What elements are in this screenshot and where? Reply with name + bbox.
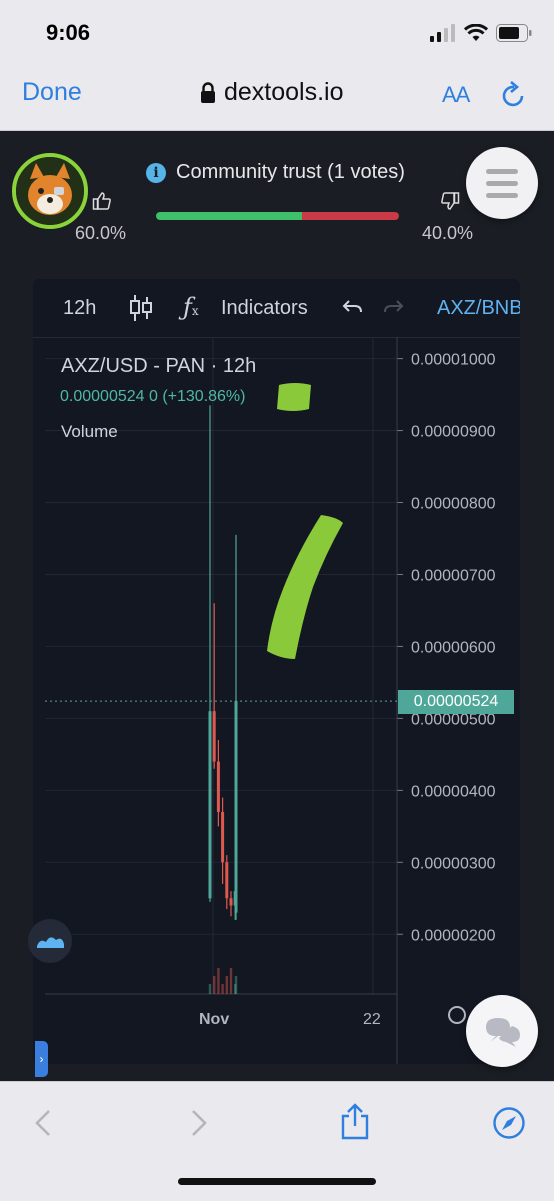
token-logo xyxy=(12,153,88,229)
candle-body xyxy=(221,811,225,863)
price-axis-label: 0.00000400 xyxy=(411,783,496,800)
price-axis-label: 0.00000700 xyxy=(411,567,496,584)
back-icon[interactable] xyxy=(32,1108,54,1138)
share-icon[interactable] xyxy=(340,1102,370,1140)
tradingview-cloud-icon xyxy=(37,937,64,948)
url-display[interactable]: dextools.io xyxy=(200,78,344,107)
reload-icon xyxy=(502,81,524,107)
shiba-logo-icon xyxy=(16,157,84,225)
compass-icon[interactable] xyxy=(492,1106,526,1140)
price-axis-label: 0.00000300 xyxy=(411,855,496,872)
url-text: dextools.io xyxy=(224,78,344,106)
volume-bar xyxy=(208,984,212,994)
dislike-button[interactable] xyxy=(440,191,460,216)
candle-body xyxy=(208,711,212,899)
candle-body xyxy=(234,701,238,913)
undo-icon[interactable] xyxy=(341,297,363,317)
candle-body xyxy=(229,898,233,906)
green-bar-sticker-2 xyxy=(267,515,343,659)
tradingview-logo[interactable] xyxy=(28,919,72,963)
indicators-button[interactable]: Indicators xyxy=(221,297,308,320)
volume-label: Volume xyxy=(61,422,118,441)
signal-icon xyxy=(430,24,455,42)
wifi-icon xyxy=(464,24,488,41)
thumbs-down-icon xyxy=(441,192,460,210)
chat-button[interactable] xyxy=(466,995,538,1067)
volume-bar xyxy=(217,968,220,994)
chart-legend-values: 0.00000524 0 (+130.86%) xyxy=(60,388,246,405)
symbol-selector[interactable]: AXZ/BNB xyxy=(437,297,520,320)
volume-bar xyxy=(213,976,216,994)
reload-button[interactable] xyxy=(500,80,528,115)
price-axis-label: 0.00000600 xyxy=(411,639,496,656)
home-indicator xyxy=(178,1178,376,1185)
status-bar: 9:06 xyxy=(0,0,554,62)
volume-bar xyxy=(221,984,224,994)
status-time: 9:06 xyxy=(46,20,91,45)
time-axis-label: 22 xyxy=(363,1011,381,1028)
candles-icon[interactable] xyxy=(129,293,153,323)
thumbs-up-icon xyxy=(92,192,111,210)
battery-icon xyxy=(496,24,532,42)
hamburger-icon-line xyxy=(486,180,518,186)
page-content: i Community trust (1 votes) 60.0% 40.0% … xyxy=(0,131,554,1081)
info-icon[interactable]: i xyxy=(146,162,166,183)
chart-legend-title: AXZ/USD - PAN · 12h xyxy=(61,355,257,377)
text-size-button[interactable]: AA xyxy=(442,82,470,108)
like-button[interactable] xyxy=(92,191,112,216)
trust-positive-fill xyxy=(156,212,302,220)
volume-bar xyxy=(234,976,238,994)
time-axis-label: Nov xyxy=(199,1011,229,1028)
price-axis-label: 0.00000900 xyxy=(411,424,496,441)
status-icons xyxy=(430,22,532,44)
hamburger-icon-line xyxy=(486,192,518,198)
interval-selector[interactable]: 12h xyxy=(63,297,96,320)
trust-title-text: Community trust (1 votes) xyxy=(176,161,405,183)
price-axis-label: 0.00000200 xyxy=(411,927,496,944)
price-axis-label: 0.00000800 xyxy=(411,496,496,513)
price-axis-label: 0.00001000 xyxy=(411,352,496,369)
current-price-tag: 0.00000524 xyxy=(398,690,514,714)
sidebar-toggle[interactable]: › xyxy=(35,1041,48,1077)
settings-gear-icon xyxy=(448,1006,466,1024)
dislike-percent: 40.0% xyxy=(422,223,474,243)
hamburger-icon xyxy=(486,168,518,174)
candle-body xyxy=(212,711,216,762)
forward-icon[interactable] xyxy=(188,1108,210,1138)
trading-chart: 12h ƒx Indicators AXZ/BNB 0.00001000 0.00… xyxy=(33,279,520,1064)
trust-ratio-bar xyxy=(156,212,399,220)
candle-body xyxy=(216,761,220,812)
lock-icon xyxy=(201,81,215,103)
chat-bubbles-icon xyxy=(486,1018,520,1047)
indicators-icon[interactable]: ƒx xyxy=(183,293,199,321)
chart-toolbar: 12h ƒx Indicators AXZ/BNB xyxy=(33,279,520,338)
community-trust-title: i Community trust (1 votes) xyxy=(146,161,405,184)
redo-icon[interactable] xyxy=(383,297,405,317)
browser-address-bar: Done dextools.io AA xyxy=(0,62,554,131)
volume-bar xyxy=(229,968,233,994)
volume-bar xyxy=(225,976,228,994)
like-percent: 60.0% xyxy=(75,223,127,243)
done-button[interactable]: Done xyxy=(22,78,82,107)
candle-body xyxy=(225,862,229,899)
green-bar-sticker xyxy=(277,383,311,411)
trust-negative-fill xyxy=(301,212,399,220)
menu-button[interactable] xyxy=(466,147,538,219)
